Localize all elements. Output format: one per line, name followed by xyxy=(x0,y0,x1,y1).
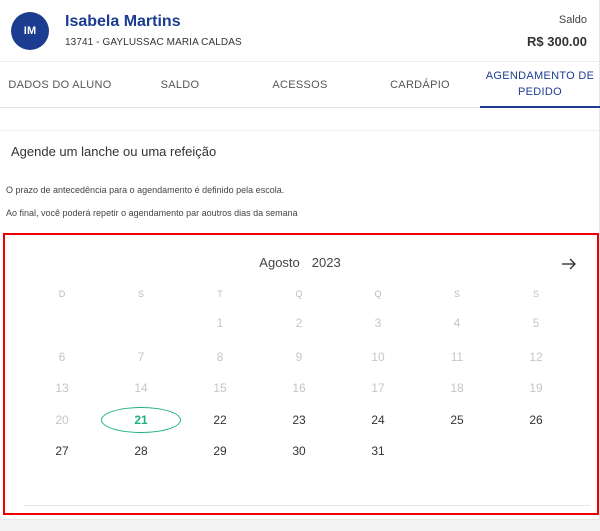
calendar-day: 20 xyxy=(55,413,69,427)
calendar-day[interactable]: 28 xyxy=(121,444,161,458)
info-text-notice: O prazo de antecedência para o agendamen… xyxy=(6,185,285,195)
tab-cardapio[interactable]: CARDÁPIO xyxy=(360,62,480,108)
student-card: IM Isabela Martins 13741 - GAYLUSSAC MAR… xyxy=(0,0,600,520)
calendar-highlight-frame xyxy=(3,233,599,515)
balance-value: R$ 300.00 xyxy=(527,34,587,49)
avatar: IM xyxy=(11,12,49,50)
calendar-day: 8 xyxy=(216,350,224,364)
calendar-day: 1 xyxy=(216,316,224,330)
calendar-day[interactable]: 24 xyxy=(358,413,398,427)
balance-label: Saldo xyxy=(558,14,587,26)
tab-dados-do-aluno[interactable]: DADOS DO ALUNO xyxy=(0,62,120,108)
tab-bar: DADOS DO ALUNO SALDO ACESSOS CARDÁPIO AG… xyxy=(0,62,600,108)
calendar-day: 4 xyxy=(453,316,461,330)
student-name: Isabela Martins xyxy=(65,13,181,30)
calendar-day: 13 xyxy=(55,381,69,395)
student-code-school: 13741 - GAYLUSSAC MARIA CALDAS xyxy=(65,37,242,48)
calendar-day: 19 xyxy=(529,381,543,395)
arrow-right-icon xyxy=(562,258,576,270)
weekday-header: Q xyxy=(295,289,303,299)
weekday-header: Q xyxy=(374,289,382,299)
tab-saldo[interactable]: SALDO xyxy=(120,62,240,108)
tab-agendamento-de-pedido[interactable]: AGENDAMENTO DE PEDIDO xyxy=(480,62,600,108)
calendar-day-selected[interactable]: 21 xyxy=(101,407,181,433)
calendar-day: 16 xyxy=(292,381,306,395)
calendar-day: 15 xyxy=(213,381,227,395)
calendar-day: 11 xyxy=(450,350,464,364)
weekday-header: S xyxy=(137,289,144,299)
calendar-day[interactable]: 27 xyxy=(42,444,82,458)
calendar-day: 14 xyxy=(134,381,148,395)
calendar-day: 7 xyxy=(137,350,145,364)
calendar-day: 17 xyxy=(371,381,385,395)
section-divider xyxy=(0,130,600,131)
tab-acessos[interactable]: ACESSOS xyxy=(240,62,360,108)
calendar-day[interactable]: 22 xyxy=(200,413,240,427)
calendar-bottom-rule xyxy=(24,505,590,506)
calendar-day[interactable]: 26 xyxy=(516,413,556,427)
calendar-month-header: Agosto 2023 xyxy=(0,255,600,270)
calendar-day: 10 xyxy=(371,350,385,364)
calendar-day: 5 xyxy=(532,316,540,330)
calendar-year: 2023 xyxy=(311,255,341,270)
section-title: Agende um lanche ou uma refeição xyxy=(11,144,217,159)
calendar-day[interactable]: 25 xyxy=(437,413,477,427)
next-month-button[interactable] xyxy=(560,255,578,273)
calendar-day: 3 xyxy=(374,316,382,330)
weekday-header: S xyxy=(532,289,539,299)
calendar-day: 12 xyxy=(529,350,543,364)
calendar-day: 9 xyxy=(295,350,303,364)
calendar-day[interactable]: 29 xyxy=(200,444,240,458)
calendar-day: 6 xyxy=(58,350,66,364)
student-header: IM Isabela Martins 13741 - GAYLUSSAC MAR… xyxy=(0,0,600,62)
weekday-header: T xyxy=(217,289,223,299)
calendar-day[interactable]: 30 xyxy=(279,444,319,458)
calendar-day[interactable]: 31 xyxy=(358,444,398,458)
weekday-header: S xyxy=(453,289,460,299)
info-text-repeat: Ao final, você poderá repetir o agendame… xyxy=(6,208,298,218)
calendar-day: 2 xyxy=(295,316,303,330)
weekday-header: D xyxy=(58,289,66,299)
calendar-day[interactable]: 23 xyxy=(279,413,319,427)
calendar-month: Agosto xyxy=(259,255,300,270)
calendar-day: 18 xyxy=(450,381,464,395)
